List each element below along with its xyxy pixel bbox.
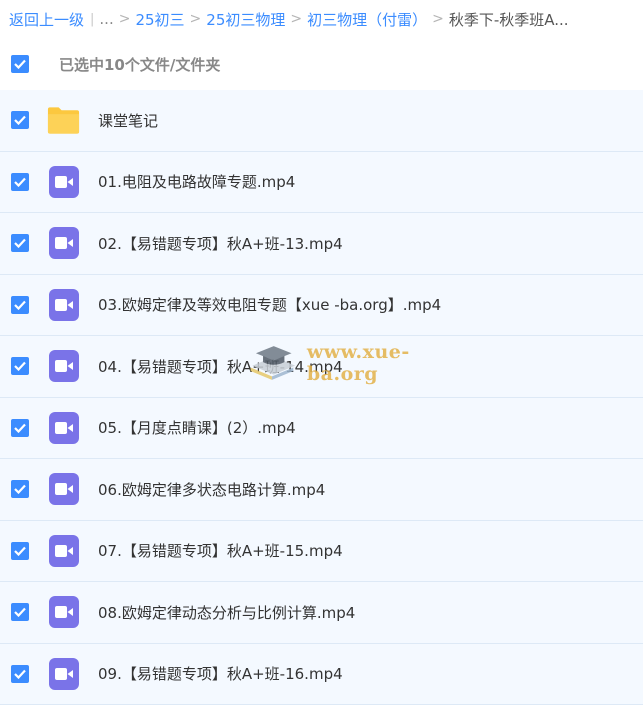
video-file-icon (46, 656, 81, 691)
check-icon (14, 59, 26, 69)
breadcrumb-ellipsis[interactable]: ... (99, 10, 113, 28)
file-list: 课堂笔记 01.电阻及电路故障专题.mp4 02.【易错题专项】秋A+班-13.… (0, 90, 643, 705)
file-name[interactable]: 03.欧姆定律及等效电阻专题【xue -ba.org】.mp4 (98, 294, 441, 315)
list-item[interactable]: 04.【易错题专项】秋A+班-14.mp4 (0, 336, 643, 398)
chevron-right-icon: > (290, 11, 302, 27)
item-checkbox[interactable] (11, 419, 29, 437)
item-checkbox[interactable] (11, 480, 29, 498)
video-file-icon (46, 226, 81, 261)
chevron-right-icon: > (190, 11, 202, 27)
list-item[interactable]: 05.【月度点睛课】(2）.mp4 (0, 398, 643, 460)
check-icon (14, 115, 26, 125)
item-checkbox[interactable] (11, 173, 29, 191)
video-file-icon (46, 533, 81, 568)
item-checkbox[interactable] (11, 603, 29, 621)
item-checkbox[interactable] (11, 665, 29, 683)
file-name[interactable]: 09.【易错题专项】秋A+班-16.mp4 (98, 663, 343, 684)
video-file-icon (46, 595, 81, 630)
check-icon (14, 361, 26, 371)
check-icon (14, 546, 26, 556)
item-checkbox[interactable] (11, 542, 29, 560)
item-checkbox[interactable] (11, 296, 29, 314)
video-file-icon (46, 410, 81, 445)
video-file-icon (46, 287, 81, 322)
item-checkbox[interactable] (11, 234, 29, 252)
breadcrumb-current: 秋季下-秋季班A... (449, 9, 569, 30)
list-item[interactable]: 02.【易错题专项】秋A+班-13.mp4 (0, 213, 643, 275)
breadcrumb-item-chusan-physics-fulei[interactable]: 初三物理（付雷） (307, 9, 427, 30)
list-item[interactable]: 03.欧姆定律及等效电阻专题【xue -ba.org】.mp4 (0, 275, 643, 337)
breadcrumb: 返回上一级 | ... > 25初三 > 25初三物理 > 初三物理（付雷） >… (0, 0, 643, 38)
file-name[interactable]: 08.欧姆定律动态分析与比例计算.mp4 (98, 602, 355, 623)
check-icon (14, 669, 26, 679)
file-name[interactable]: 06.欧姆定律多状态电路计算.mp4 (98, 479, 325, 500)
select-all-checkbox[interactable] (11, 55, 29, 73)
back-link[interactable]: 返回上一级 (9, 9, 84, 30)
check-icon (14, 607, 26, 617)
selection-count-label: 已选中10个文件/文件夹 (59, 54, 220, 75)
check-icon (14, 177, 26, 187)
check-icon (14, 238, 26, 248)
breadcrumb-item-25chusan-physics[interactable]: 25初三物理 (206, 9, 285, 30)
item-checkbox[interactable] (11, 357, 29, 375)
check-icon (14, 300, 26, 310)
check-icon (14, 484, 26, 494)
video-file-icon (46, 164, 81, 199)
video-file-icon (46, 349, 81, 384)
list-item[interactable]: 课堂笔记 (0, 90, 643, 152)
video-file-icon (46, 472, 81, 507)
chevron-right-icon: > (432, 11, 444, 27)
file-name[interactable]: 05.【月度点睛课】(2）.mp4 (98, 417, 296, 438)
breadcrumb-divider: | (90, 12, 94, 27)
file-name[interactable]: 04.【易错题专项】秋A+班-14.mp4 (98, 356, 343, 377)
file-name[interactable]: 07.【易错题专项】秋A+班-15.mp4 (98, 540, 343, 561)
selection-bar: 已选中10个文件/文件夹 (0, 38, 643, 90)
list-item[interactable]: 08.欧姆定律动态分析与比例计算.mp4 (0, 582, 643, 644)
breadcrumb-item-25chusan[interactable]: 25初三 (135, 9, 184, 30)
file-name[interactable]: 课堂笔记 (98, 110, 158, 131)
list-item[interactable]: 01.电阻及电路故障专题.mp4 (0, 152, 643, 214)
chevron-right-icon: > (119, 11, 131, 27)
list-item[interactable]: 07.【易错题专项】秋A+班-15.mp4 (0, 521, 643, 583)
list-item[interactable]: 06.欧姆定律多状态电路计算.mp4 (0, 459, 643, 521)
folder-icon (46, 103, 81, 138)
file-name[interactable]: 02.【易错题专项】秋A+班-13.mp4 (98, 233, 343, 254)
item-checkbox[interactable] (11, 111, 29, 129)
file-name[interactable]: 01.电阻及电路故障专题.mp4 (98, 171, 295, 192)
check-icon (14, 423, 26, 433)
